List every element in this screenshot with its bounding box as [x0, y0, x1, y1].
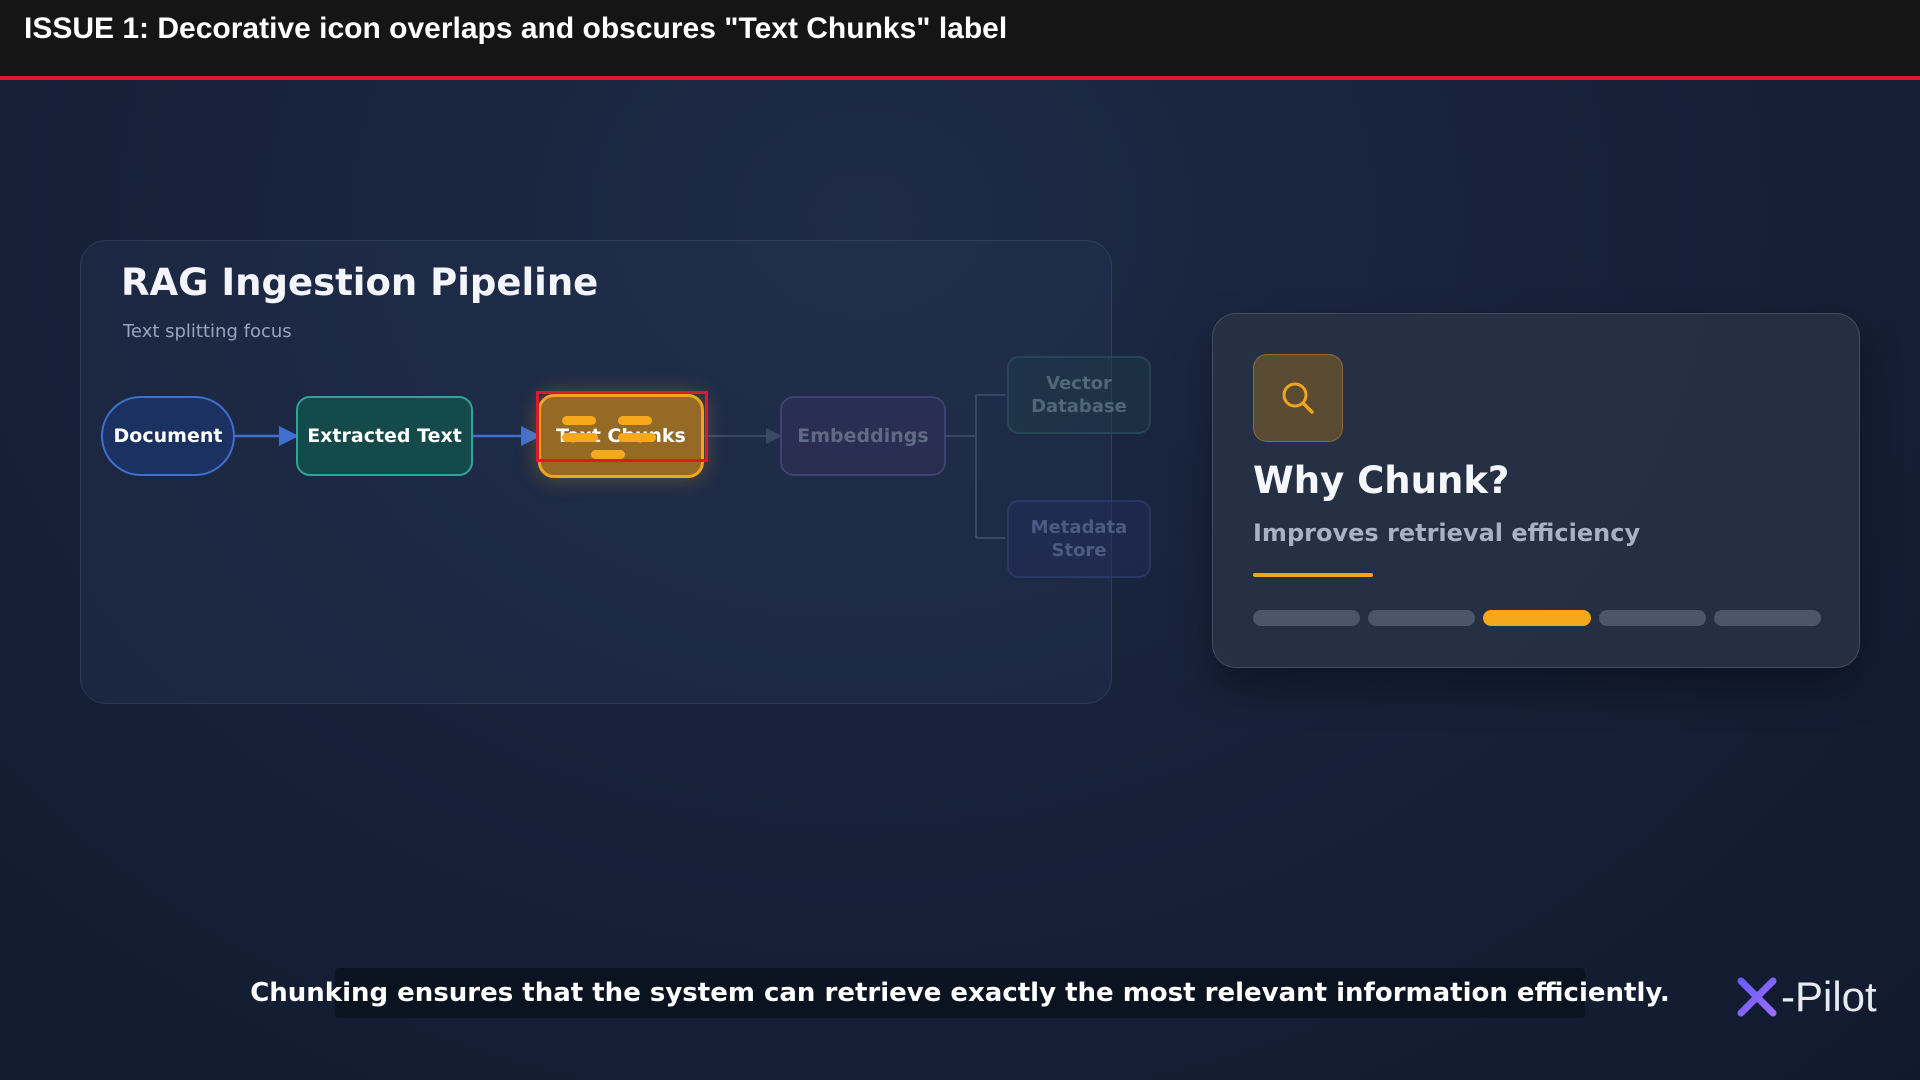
card-title: Why Chunk? [1253, 459, 1510, 502]
step-progress [1253, 610, 1822, 626]
step-indicator-active [1483, 610, 1591, 626]
node-vector-database[interactable]: Vector Database [1007, 356, 1151, 434]
card-accent-line [1253, 573, 1373, 577]
node-embeddings[interactable]: Embeddings [780, 396, 946, 476]
why-chunk-card: Why Chunk? Improves retrieval efficiency [1212, 313, 1860, 668]
card-subtitle: Improves retrieval efficiency [1253, 519, 1641, 547]
brand-logo: -Pilot [1737, 973, 1877, 1021]
node-extracted-text[interactable]: Extracted Text [296, 396, 473, 476]
search-icon [1253, 354, 1343, 442]
step-indicator [1253, 610, 1361, 626]
subtitle-caption: Chunking ensures that the system can ret… [250, 968, 1670, 1018]
issue-highlight-box [536, 391, 708, 462]
step-indicator [1598, 610, 1706, 626]
node-metadata-store[interactable]: Metadata Store [1007, 500, 1151, 578]
brand-name: -Pilot [1781, 973, 1877, 1020]
x-logo-icon [1737, 977, 1777, 1017]
connector-embeddings-branch [946, 394, 1005, 539]
node-document[interactable]: Document [101, 396, 235, 476]
step-indicator [1713, 610, 1822, 626]
step-indicator [1368, 610, 1476, 626]
